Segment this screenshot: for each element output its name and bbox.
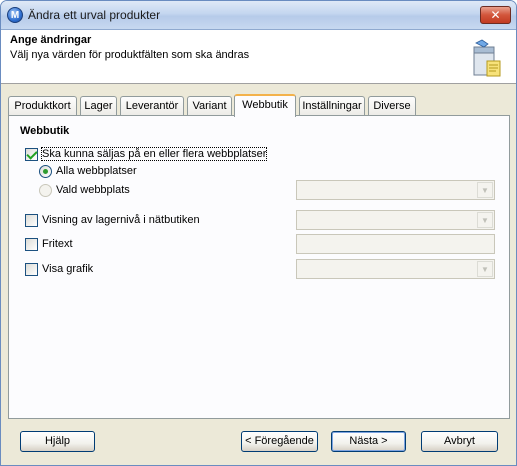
all-sites-label: Alla webbplatser <box>56 165 137 177</box>
show-graphic-checkbox[interactable] <box>25 262 38 276</box>
sell-on-sites-label: Ska kunna säljas på en eller flera webbp… <box>40 147 268 161</box>
free-text-option[interactable]: Fritext <box>25 236 73 252</box>
free-text-checkbox[interactable] <box>25 237 38 251</box>
tab-diverse[interactable]: Diverse <box>368 96 416 116</box>
header-title: Ange ändringar <box>10 34 92 46</box>
sell-on-sites-checkbox[interactable] <box>25 147 38 161</box>
selected-site-option[interactable]: Vald webbplats <box>39 182 130 198</box>
tab-webbutik[interactable]: Webbutik <box>234 94 296 117</box>
selected-site-radio[interactable] <box>39 183 52 197</box>
help-button[interactable]: Hjälp <box>20 431 95 452</box>
dialog-window: M Ändra ett urval produkter ✕ Ange ändri… <box>0 0 517 466</box>
previous-button[interactable]: < Föregående <box>241 431 318 452</box>
show-graphic-label: Visa grafik <box>42 263 94 275</box>
header-subtitle: Välj nya värden för produktfälten som sk… <box>10 49 250 61</box>
next-button[interactable]: Nästa > <box>331 431 406 452</box>
app-logo-icon: M <box>7 7 23 23</box>
all-sites-radio[interactable] <box>39 164 52 178</box>
show-graphic-option[interactable]: Visa grafik <box>25 261 93 277</box>
tab-variant[interactable]: Variant <box>187 96 232 116</box>
products-box-icon <box>473 39 501 77</box>
chevron-down-icon[interactable]: ▼ <box>477 261 493 277</box>
chevron-down-icon[interactable]: ▼ <box>477 212 493 228</box>
title-bar[interactable]: M Ändra ett urval produkter ✕ <box>1 1 516 30</box>
tab-produktkort[interactable]: Produktkort <box>8 96 77 116</box>
selected-site-label: Vald webbplats <box>56 184 130 196</box>
stock-level-option[interactable]: Visning av lagernivå i nätbutiken <box>25 212 200 228</box>
tab-installningar[interactable]: Inställningar <box>299 96 365 116</box>
button-bar: Hjälp < Föregående Nästa > Avbryt <box>1 419 516 465</box>
all-sites-option[interactable]: Alla webbplatser <box>39 163 137 179</box>
free-text-label: Fritext <box>42 238 73 250</box>
sell-on-sites-option[interactable]: Ska kunna säljas på en eller flera webbp… <box>25 146 268 162</box>
section-title: Webbutik <box>20 125 70 137</box>
webbutik-panel: Webbutik Ska kunna säljas på en eller fl… <box>8 115 510 419</box>
tab-leverantor[interactable]: Leverantör <box>120 96 184 116</box>
show-graphic-select[interactable]: ▼ <box>296 259 495 279</box>
wizard-header: Ange ändringar Välj nya värden för produ… <box>1 30 516 84</box>
stock-level-checkbox[interactable] <box>25 213 38 227</box>
close-button[interactable]: ✕ <box>480 6 511 24</box>
chevron-down-icon[interactable]: ▼ <box>477 182 493 198</box>
stock-level-label: Visning av lagernivå i nätbutiken <box>42 214 200 226</box>
free-text-input[interactable] <box>296 234 495 254</box>
tab-lager[interactable]: Lager <box>80 96 117 116</box>
site-select[interactable]: ▼ <box>296 180 495 200</box>
window-title: Ändra ett urval produkter <box>28 8 161 22</box>
stock-level-select[interactable]: ▼ <box>296 210 495 230</box>
cancel-button[interactable]: Avbryt <box>421 431 498 452</box>
